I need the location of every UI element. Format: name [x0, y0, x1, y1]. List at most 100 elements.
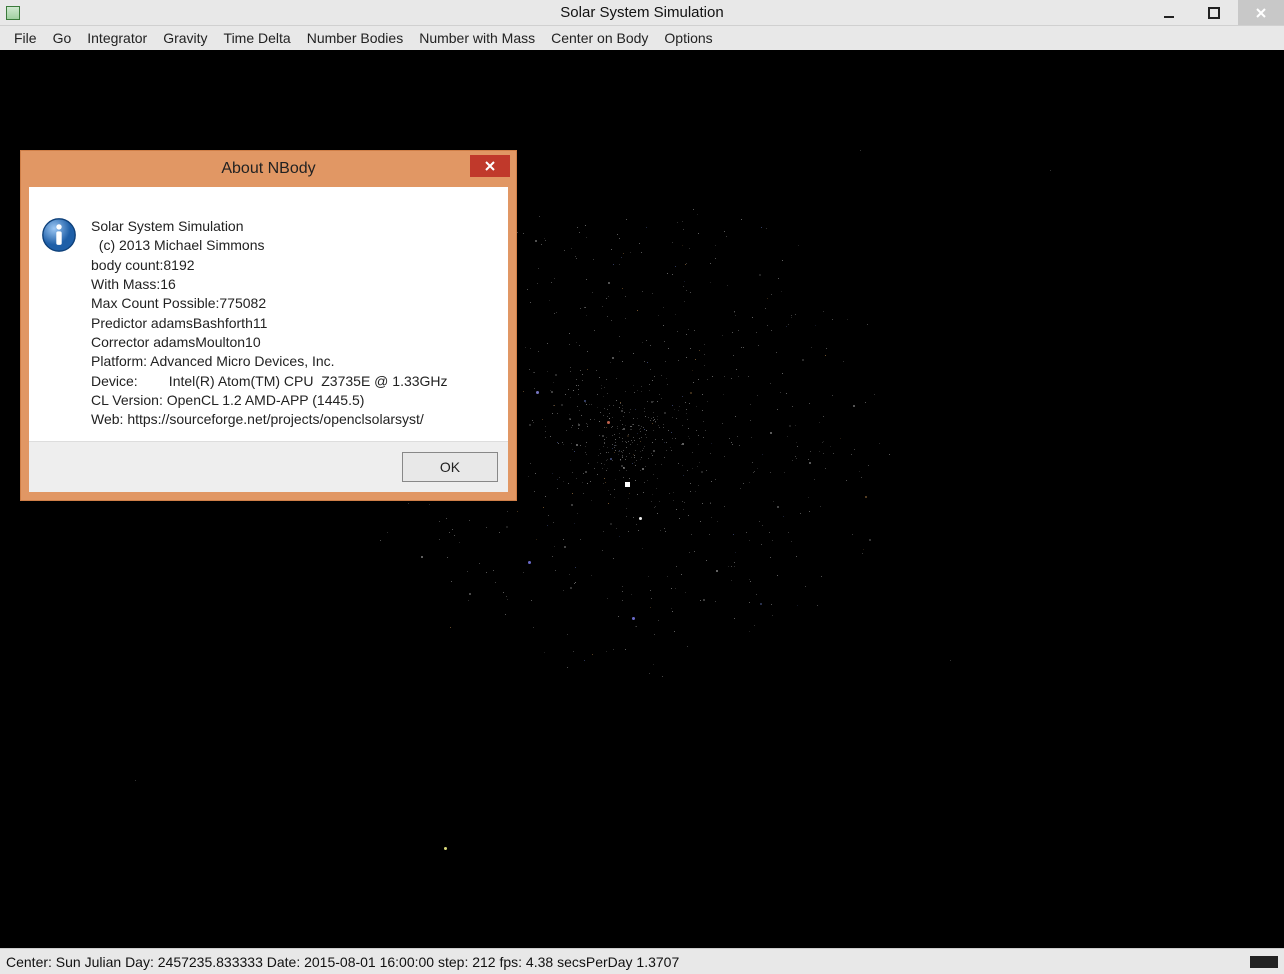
particle [692, 452, 693, 453]
particle [547, 371, 548, 372]
particle [612, 357, 614, 359]
particle [619, 407, 620, 408]
particle [689, 552, 690, 553]
particle [610, 523, 612, 525]
particle [594, 330, 595, 331]
particle [619, 536, 620, 537]
ok-button[interactable]: OK [402, 452, 498, 482]
particle [607, 393, 608, 394]
particle [654, 634, 655, 635]
particle [570, 460, 571, 461]
particle [640, 470, 641, 471]
particle [711, 443, 712, 444]
particle [678, 463, 679, 464]
particle [619, 351, 620, 352]
particle [615, 450, 616, 451]
menu-item-integrator[interactable]: Integrator [79, 28, 155, 48]
particle [823, 441, 824, 442]
particle [531, 600, 532, 601]
particle [625, 296, 626, 297]
particle [532, 420, 533, 421]
particle [637, 494, 638, 495]
particle [574, 583, 575, 584]
menu-item-time-delta[interactable]: Time Delta [216, 28, 299, 48]
particle [861, 477, 862, 478]
particle [523, 572, 524, 573]
menu-item-number-with-mass[interactable]: Number with Mass [411, 28, 543, 48]
menu-item-gravity[interactable]: Gravity [155, 28, 215, 48]
particle [555, 374, 557, 376]
particle [576, 444, 578, 446]
particle [538, 268, 539, 269]
particle [608, 282, 610, 284]
particle [557, 479, 558, 480]
particle [665, 361, 666, 362]
menu-item-file[interactable]: File [6, 28, 45, 48]
particle [582, 380, 583, 381]
status-right-indicator [1250, 956, 1278, 968]
particle [577, 513, 578, 514]
particle [663, 427, 664, 428]
dialog-title-bar[interactable]: About NBody [21, 151, 516, 187]
particle [698, 435, 699, 436]
particle [823, 453, 824, 454]
particle [650, 420, 651, 421]
particle [606, 460, 607, 461]
close-button[interactable] [1238, 0, 1284, 25]
particle [657, 419, 658, 420]
particle [759, 274, 761, 276]
particle [657, 401, 658, 402]
particle [578, 394, 579, 395]
particle [810, 451, 811, 452]
particle [563, 481, 564, 482]
minimize-button[interactable] [1146, 0, 1192, 25]
menu-item-center-on-body[interactable]: Center on Body [543, 28, 656, 48]
dialog-close-button[interactable] [470, 155, 510, 177]
particle [439, 539, 440, 540]
menu-item-number-bodies[interactable]: Number Bodies [299, 28, 412, 48]
particle [612, 417, 613, 418]
particle [788, 324, 789, 325]
particle [651, 418, 652, 419]
particle [677, 331, 678, 332]
particle [622, 408, 623, 409]
particle [553, 405, 554, 406]
particle [743, 483, 744, 484]
particle [735, 315, 736, 316]
particle [679, 518, 680, 519]
particle [649, 384, 650, 385]
particle [644, 429, 645, 430]
particle [614, 489, 615, 490]
body [639, 517, 642, 520]
particle [451, 581, 452, 582]
particle [616, 528, 617, 529]
particle [671, 432, 672, 433]
particle [606, 379, 607, 380]
particle [578, 424, 580, 426]
particle [868, 465, 869, 466]
particle [576, 342, 577, 343]
particle [545, 240, 546, 241]
body [632, 617, 635, 620]
particle [652, 494, 653, 495]
body [607, 421, 610, 424]
particle [666, 442, 667, 443]
particle [689, 248, 690, 249]
particle [846, 480, 847, 481]
particle [645, 416, 646, 417]
particle [641, 252, 642, 253]
particle [758, 345, 759, 346]
particle [554, 546, 555, 547]
maximize-button[interactable] [1192, 0, 1238, 25]
particle [795, 456, 796, 457]
particle [570, 371, 571, 372]
particle [617, 234, 618, 235]
window-title: Solar System Simulation [0, 4, 1284, 21]
menu-item-options[interactable]: Options [656, 28, 720, 48]
particle [711, 481, 712, 482]
particle [626, 456, 627, 457]
particle [795, 425, 796, 426]
menu-item-go[interactable]: Go [45, 28, 80, 48]
particle [613, 264, 614, 265]
particle [607, 598, 608, 599]
